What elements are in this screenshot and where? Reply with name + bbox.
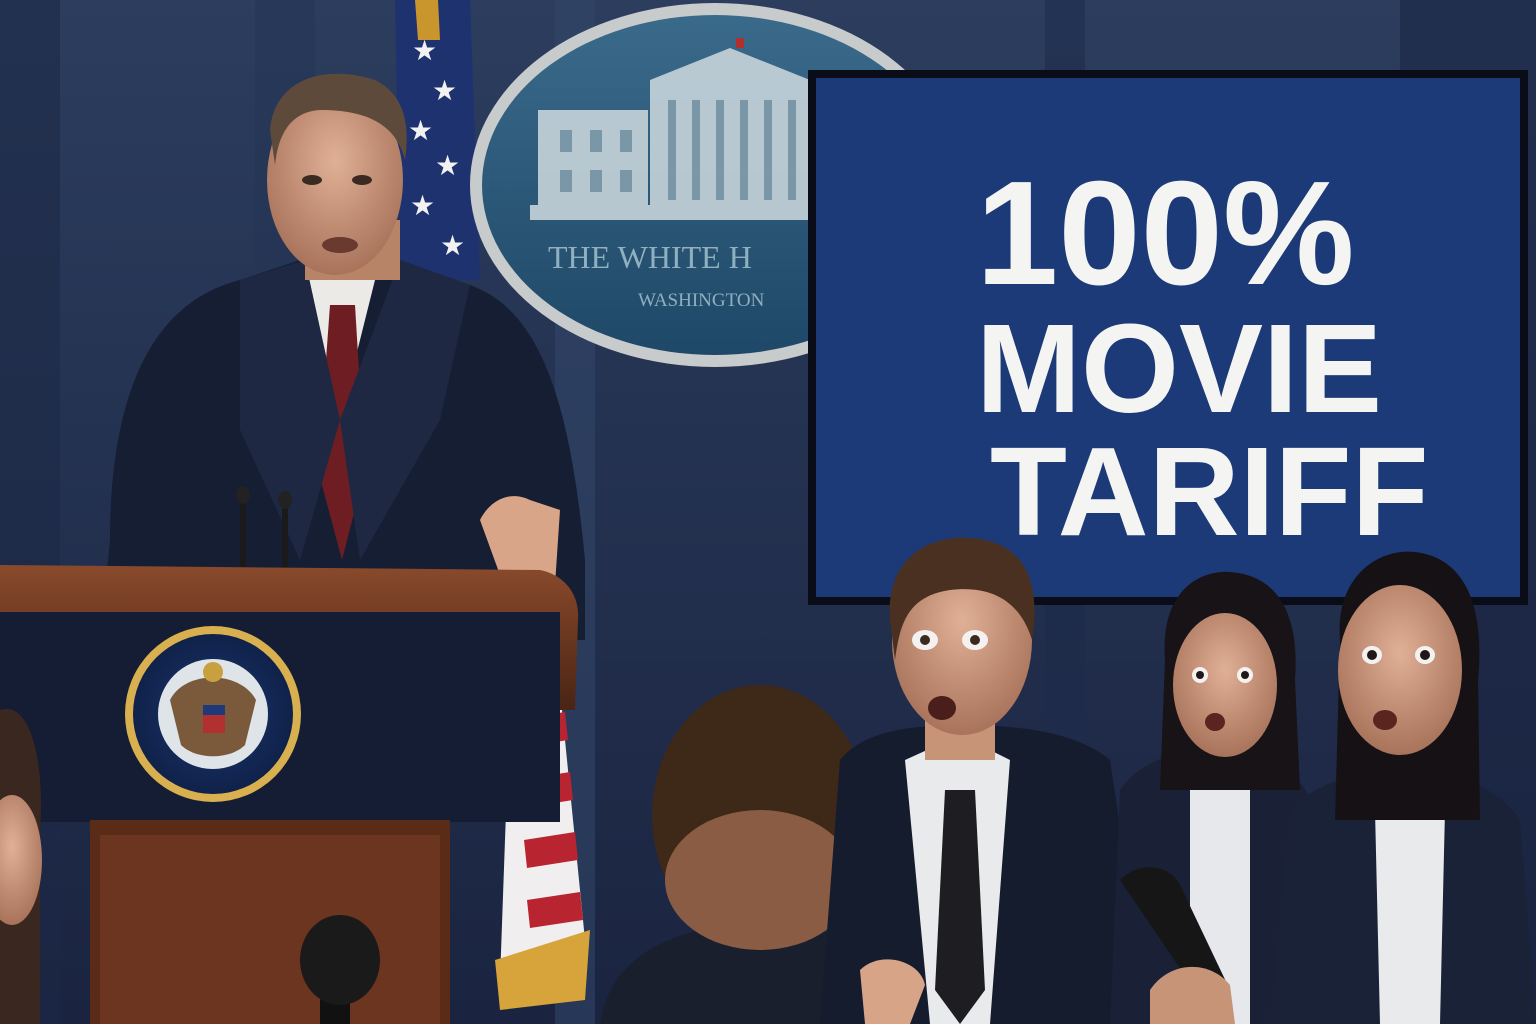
svg-text:★: ★ xyxy=(432,74,457,107)
presidential-seal xyxy=(125,626,301,802)
screen-line-3: TARIFF xyxy=(990,421,1429,562)
screen-line-1: 100% xyxy=(976,151,1355,316)
svg-text:★: ★ xyxy=(440,229,465,262)
plaque-subtitle: WASHINGTON xyxy=(638,290,765,311)
scene-svg: ★ ★ ★ ★ ★ ★ THE WHITE H WASHINGTON 100% … xyxy=(0,0,1536,1024)
svg-text:★: ★ xyxy=(408,114,433,147)
svg-text:★: ★ xyxy=(410,189,435,222)
plaque-title: THE WHITE H xyxy=(548,239,752,275)
reporter-left-edge xyxy=(0,708,42,1024)
screen-line-2: MOVIE xyxy=(976,298,1382,439)
tariff-screen: 100% MOVIE TARIFF xyxy=(808,70,1528,605)
press-briefing-scene: ★ ★ ★ ★ ★ ★ THE WHITE H WASHINGTON 100% … xyxy=(0,0,1536,1024)
svg-text:★: ★ xyxy=(435,149,460,182)
